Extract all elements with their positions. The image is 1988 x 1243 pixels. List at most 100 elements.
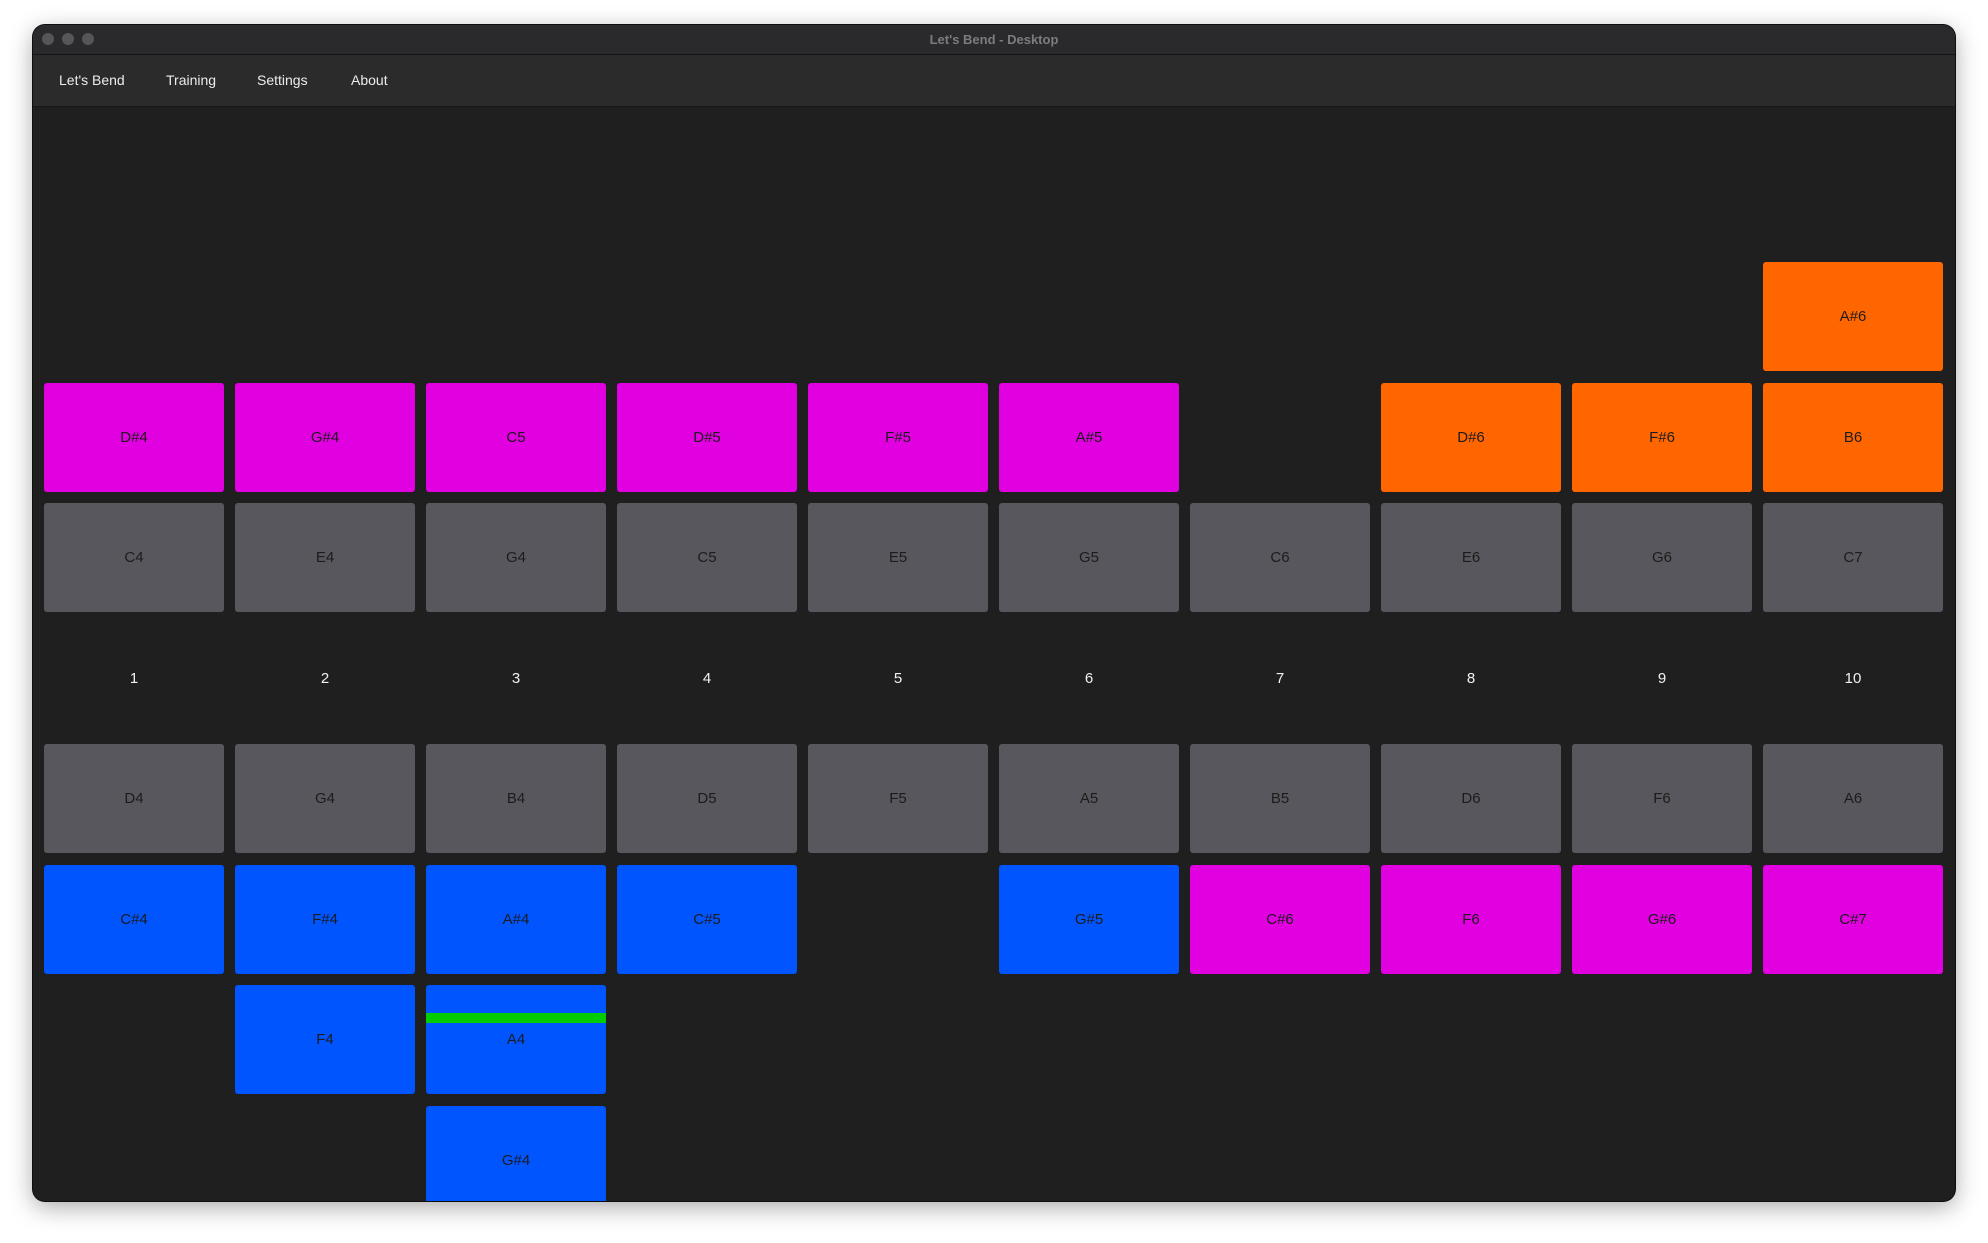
note-label: C5 — [506, 429, 526, 446]
note-key-draw[interactable]: D5 — [617, 744, 797, 853]
note-label: C7 — [1843, 549, 1863, 566]
note-label: F#6 — [1649, 429, 1675, 446]
note-key-upper[interactable]: G#4 — [235, 383, 415, 492]
note-key-upper[interactable]: A#5 — [999, 383, 1179, 492]
note-key-blow[interactable]: C7 — [1763, 503, 1943, 612]
note-label: B4 — [506, 790, 526, 807]
hole-number-label: 3 — [511, 670, 521, 687]
note-label: C#5 — [693, 911, 721, 928]
note-label: A#6 — [1839, 308, 1867, 325]
note-key-blow[interactable]: C4 — [44, 503, 224, 612]
note-key-lower-1[interactable]: F6 — [1381, 865, 1561, 974]
window-title: Let's Bend - Desktop — [929, 32, 1059, 47]
note-key-blow[interactable]: E4 — [235, 503, 415, 612]
note-label: F#4 — [312, 911, 338, 928]
hole-number-label: 10 — [1844, 670, 1862, 687]
note-key-lower-1[interactable]: G#5 — [999, 865, 1179, 974]
note-key-draw[interactable]: F5 — [808, 744, 988, 853]
note-label: B5 — [1270, 790, 1290, 807]
note-label: C6 — [1270, 549, 1290, 566]
note-key-draw[interactable]: B5 — [1190, 744, 1370, 853]
harmonica-note-grid: A#6 D#4 G#4 C5 D#5 F#5 A#5 D#6 F#6 B6 C4 E4 G4 C5 E5 G5… — [33, 107, 1955, 1201]
note-key-blow-bend[interactable]: A#6 — [1763, 262, 1943, 371]
note-label: F#5 — [885, 429, 911, 446]
menu-item-lets-bend[interactable]: Let's Bend — [59, 55, 125, 106]
note-key-blow[interactable]: G6 — [1572, 503, 1752, 612]
note-key-lower-1[interactable]: C#4 — [44, 865, 224, 974]
note-label: D5 — [697, 790, 717, 807]
menu-bar: Let's Bend Training Settings About — [33, 55, 1955, 107]
note-label: G5 — [1078, 549, 1099, 566]
note-label: G4 — [314, 790, 335, 807]
note-label: A#5 — [1075, 429, 1103, 446]
note-key-lower-1[interactable]: G#6 — [1572, 865, 1752, 974]
note-label: C4 — [124, 549, 144, 566]
note-key-blow[interactable]: E6 — [1381, 503, 1561, 612]
pitch-indicator-bar — [426, 1013, 606, 1023]
note-key-draw[interactable]: D4 — [44, 744, 224, 853]
note-key-blow[interactable]: C6 — [1190, 503, 1370, 612]
menu-item-training[interactable]: Training — [166, 55, 216, 106]
note-key-draw[interactable]: A6 — [1763, 744, 1943, 853]
note-key-draw[interactable]: G4 — [235, 744, 415, 853]
note-key-lower-2[interactable]: F4 — [235, 985, 415, 1094]
note-key-blow[interactable]: G5 — [999, 503, 1179, 612]
note-key-lower-1[interactable]: A#4 — [426, 865, 606, 974]
note-key-upper[interactable]: F#6 — [1572, 383, 1752, 492]
note-label: F6 — [1462, 911, 1480, 928]
note-label: C#6 — [1266, 911, 1294, 928]
note-key-upper[interactable]: D#5 — [617, 383, 797, 492]
note-key-blow[interactable]: G4 — [426, 503, 606, 612]
app-window: Let's Bend - Desktop Let's Bend Training… — [33, 25, 1955, 1201]
hole-number-label: 9 — [1657, 670, 1667, 687]
note-label: E4 — [315, 549, 335, 566]
note-key-upper[interactable]: D#6 — [1381, 383, 1561, 492]
note-label: D#5 — [693, 429, 721, 446]
note-key-lower-1[interactable]: C#7 — [1763, 865, 1943, 974]
note-label: A4 — [506, 1031, 526, 1048]
note-label: E5 — [888, 549, 908, 566]
note-label: D6 — [1461, 790, 1481, 807]
note-label: G#4 — [501, 1152, 531, 1169]
note-key-lower-1[interactable]: C#5 — [617, 865, 797, 974]
hole-number-label: 4 — [702, 670, 712, 687]
note-key-lower-3[interactable]: G#4 — [426, 1106, 606, 1201]
hole-number-label: 1 — [129, 670, 139, 687]
note-key-upper[interactable]: C5 — [426, 383, 606, 492]
note-label: E6 — [1461, 549, 1481, 566]
note-label: F4 — [316, 1031, 334, 1048]
note-key-draw[interactable]: F6 — [1572, 744, 1752, 853]
note-key-draw[interactable]: B4 — [426, 744, 606, 853]
note-label: A5 — [1079, 790, 1099, 807]
menu-item-about[interactable]: About — [351, 55, 388, 106]
hole-number-label: 8 — [1466, 670, 1476, 687]
note-label: G#4 — [310, 429, 340, 446]
hole-number-label: 5 — [893, 670, 903, 687]
note-key-blow[interactable]: C5 — [617, 503, 797, 612]
note-label: F6 — [1653, 790, 1671, 807]
note-label: G6 — [1651, 549, 1672, 566]
note-key-draw[interactable]: D6 — [1381, 744, 1561, 853]
note-key-lower-1[interactable]: C#6 — [1190, 865, 1370, 974]
hole-number-label: 2 — [320, 670, 330, 687]
note-label: D4 — [124, 790, 144, 807]
note-label: A#4 — [502, 911, 530, 928]
note-key-lower-2[interactable]: A4 — [426, 985, 606, 1094]
note-key-upper[interactable]: F#5 — [808, 383, 988, 492]
note-key-blow[interactable]: E5 — [808, 503, 988, 612]
note-label: F5 — [889, 790, 907, 807]
note-label: C5 — [697, 549, 717, 566]
note-label: D#6 — [1457, 429, 1485, 446]
title-bar: Let's Bend - Desktop — [33, 25, 1955, 55]
note-key-upper[interactable]: B6 — [1763, 383, 1943, 492]
note-label: G#6 — [1647, 911, 1677, 928]
note-key-draw[interactable]: A5 — [999, 744, 1179, 853]
menu-item-settings[interactable]: Settings — [257, 55, 308, 106]
hole-number-label: 6 — [1084, 670, 1094, 687]
hole-number-label: 7 — [1275, 670, 1285, 687]
note-label: G4 — [505, 549, 526, 566]
note-key-lower-1[interactable]: F#4 — [235, 865, 415, 974]
note-key-upper[interactable]: D#4 — [44, 383, 224, 492]
note-label: C#4 — [120, 911, 148, 928]
note-label: G#5 — [1074, 911, 1104, 928]
